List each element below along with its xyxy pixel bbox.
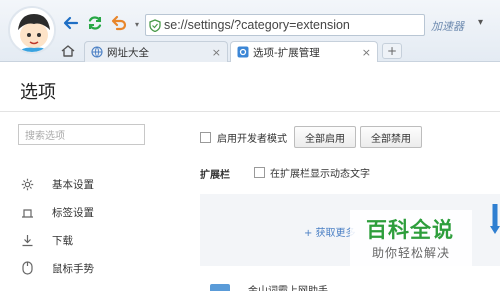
sidebar-item-mouse-gesture[interactable]: 鼠标手势 xyxy=(20,259,170,277)
watermark-subtitle: 助你轻松解决 xyxy=(372,246,451,260)
sidebar-item-label: 鼠标手势 xyxy=(52,262,94,275)
tab-options-extension[interactable]: 选项-扩展管理 × xyxy=(230,41,378,62)
sidebar-item-download[interactable]: 下载 xyxy=(20,231,170,249)
back-arrow-icon xyxy=(63,16,79,30)
url-text[interactable]: se://settings/?category=extension xyxy=(164,18,350,32)
refresh-icon xyxy=(88,16,102,30)
options-sidebar: 搜索选项 基本设置 标签设置 下载 鼠标手势 xyxy=(0,112,178,291)
undo-close-button[interactable] xyxy=(110,14,128,32)
extension-name: 金山词霸上网助手 xyxy=(248,282,328,291)
sidebar-item-label: 标签设置 xyxy=(52,206,94,219)
search-input[interactable]: 搜索选项 xyxy=(18,124,145,145)
tab-close-icon[interactable]: × xyxy=(356,46,371,59)
show-dynamic-text-checkbox[interactable] xyxy=(254,167,265,178)
shield-icon xyxy=(146,18,164,32)
new-tab-button[interactable]: + xyxy=(382,43,402,59)
refresh-button[interactable] xyxy=(86,14,104,32)
show-dynamic-text-label: 在扩展栏显示动态文字 xyxy=(270,169,370,180)
dev-mode-checkbox[interactable] xyxy=(200,131,211,143)
watermark: 百科全说 助你轻松解决 xyxy=(350,210,472,268)
address-bar[interactable]: se://settings/?category=extension xyxy=(145,14,425,36)
get-more-link[interactable]: + 获取更多 xyxy=(304,224,356,239)
tab-navigation-site[interactable]: 网址大全 × xyxy=(84,41,228,62)
browser-toolbar: ▾ se://settings/?category=extension 加速器 … xyxy=(0,0,500,62)
home-icon xyxy=(61,45,75,57)
sidebar-item-label: 基本设置 xyxy=(52,178,94,191)
settings-gear-icon xyxy=(237,46,249,58)
show-dynamic-text-toggle[interactable]: 在扩展栏显示动态文字 xyxy=(254,165,370,180)
watermark-title: 百科全说 xyxy=(366,218,454,242)
accelerator-link[interactable]: 加速器 xyxy=(431,18,464,34)
tab-close-icon[interactable]: × xyxy=(206,46,221,59)
tab-label: 网址大全 xyxy=(107,46,149,59)
download-icon xyxy=(20,233,34,247)
enable-all-button[interactable]: 全部启用 xyxy=(294,126,356,148)
scroll-down-arrow-icon[interactable] xyxy=(490,202,500,242)
dev-mode-label: 启用开发者模式 xyxy=(217,133,287,145)
tab-icon xyxy=(20,205,34,219)
mouse-icon xyxy=(20,261,34,275)
extension-list-item[interactable]: 金山词霸上网助手 xyxy=(200,278,500,291)
back-button[interactable] xyxy=(62,14,80,32)
extension-icon xyxy=(210,284,230,291)
sidebar-item-basic[interactable]: 基本设置 xyxy=(20,175,170,193)
page-title: 选项 xyxy=(20,82,56,103)
home-button[interactable] xyxy=(60,43,76,59)
sidebar-item-label: 下载 xyxy=(52,234,73,247)
extension-bar-heading: 扩展栏 xyxy=(200,170,230,181)
tab-strip: 网址大全 × 选项-扩展管理 × + xyxy=(0,40,500,62)
sidebar-item-tabs[interactable]: 标签设置 xyxy=(20,203,170,221)
globe-icon xyxy=(91,46,103,58)
dev-mode-toggle[interactable]: 启用开发者模式 xyxy=(200,126,287,148)
undo-dropdown-icon[interactable]: ▾ xyxy=(128,16,146,34)
disable-all-button[interactable]: 全部禁用 xyxy=(360,126,422,148)
undo-icon xyxy=(111,15,127,31)
tab-label: 选项-扩展管理 xyxy=(253,46,320,59)
menu-dropdown-icon[interactable]: ▾ xyxy=(478,17,483,28)
gear-icon xyxy=(20,177,34,191)
